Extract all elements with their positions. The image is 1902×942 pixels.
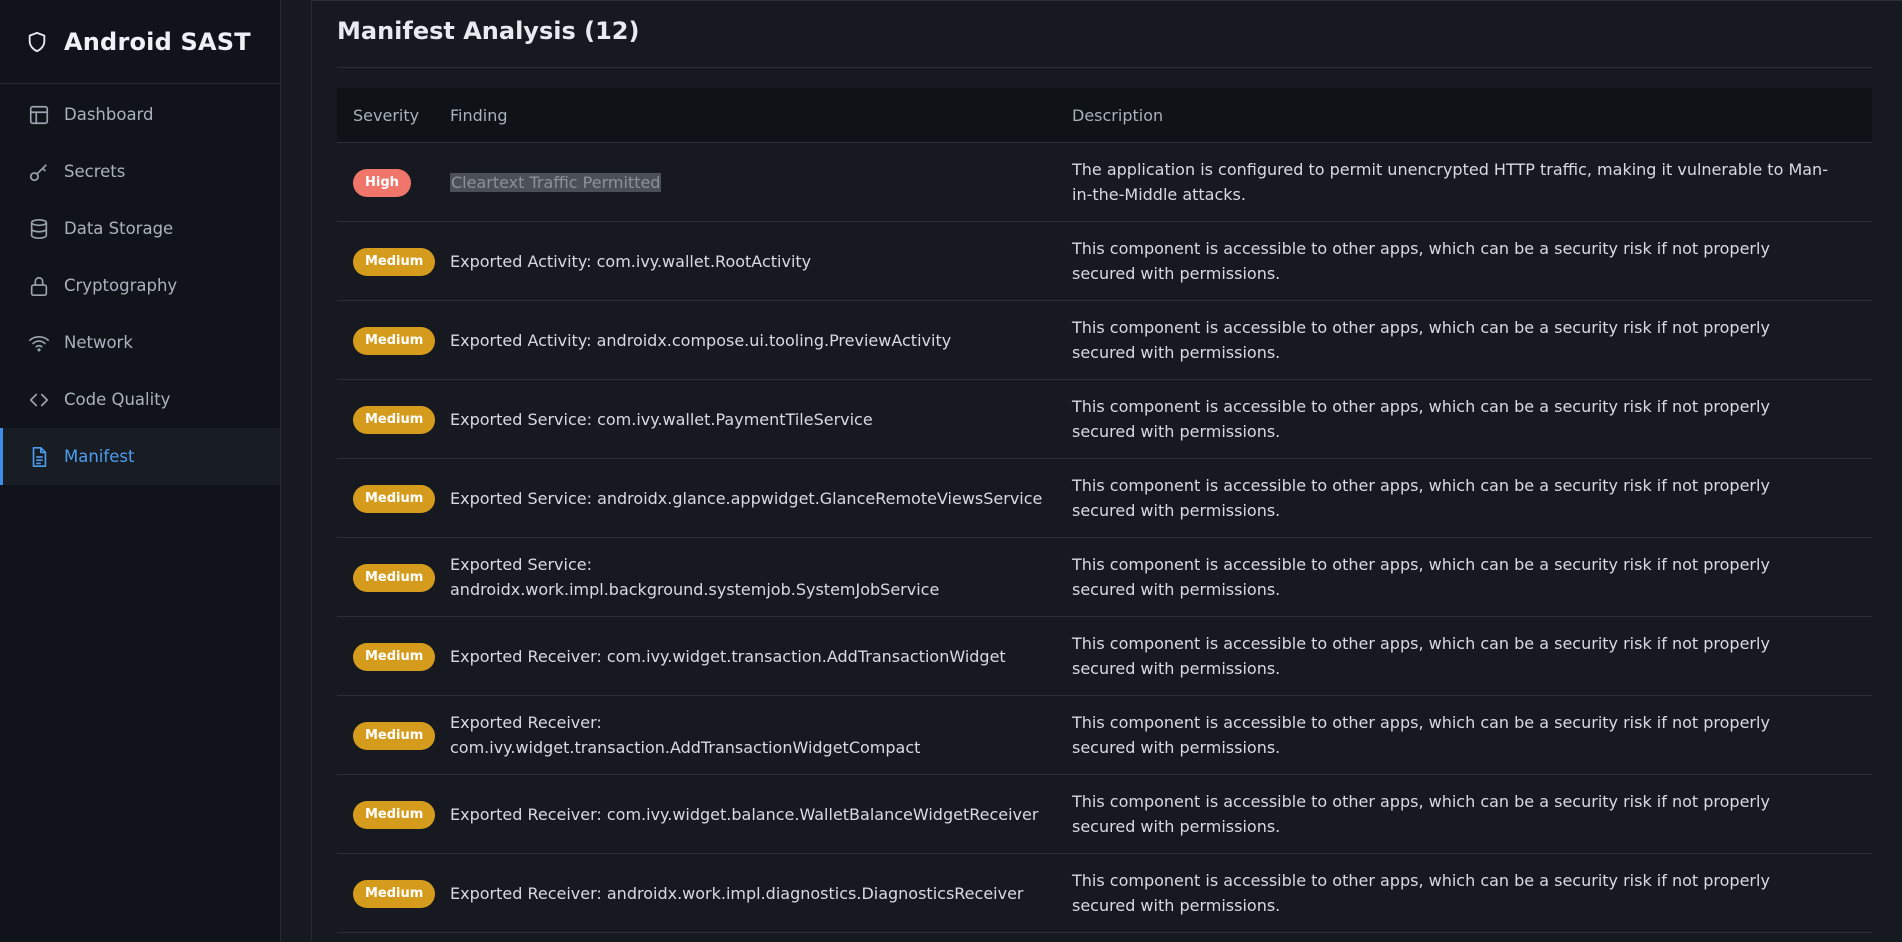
lock-icon	[30, 276, 48, 296]
main-content: Manifest Analysis (12) Severity Finding …	[312, 0, 1902, 942]
wifi-icon	[29, 335, 49, 351]
description-text: This component is accessible to other ap…	[1072, 792, 1770, 836]
severity-badge: Medium	[353, 326, 436, 355]
finding-text: Exported Receiver: com.ivy.widget.transa…	[450, 646, 1006, 666]
finding-text: Cleartext Traffic Permitted	[450, 172, 662, 192]
sidebar-item-label: Manifest	[64, 447, 135, 466]
finding-text: Exported Service: androidx.work.impl.bac…	[450, 555, 940, 599]
sidebar-item-cryptography[interactable]: Cryptography	[0, 257, 280, 314]
app-title: Android SAST	[64, 27, 251, 56]
table-row[interactable]: Medium Exported Activity: com.ivy.wallet…	[337, 222, 1872, 301]
table-row[interactable]: Medium Exported Service: androidx.glance…	[337, 459, 1872, 538]
key-icon	[29, 163, 47, 181]
sidebar-item-label: Cryptography	[64, 276, 178, 295]
section-title: Manifest Analysis (12)	[337, 17, 640, 45]
table-header: Severity Finding Description	[337, 88, 1872, 143]
sidebar-item-label: Code Quality	[64, 390, 171, 409]
divider	[337, 67, 1872, 68]
table-row[interactable]: Medium Exported Receiver: com.ivy.widget…	[337, 696, 1872, 775]
column-header-description[interactable]: Description	[1072, 106, 1872, 125]
sidebar-item-dashboard[interactable]: Dashboard	[0, 86, 280, 143]
code-icon	[29, 393, 49, 406]
shield-icon	[28, 31, 46, 52]
severity-badge: Medium	[353, 879, 436, 908]
sidebar-item-label: Network	[64, 333, 133, 352]
column-header-severity[interactable]: Severity	[337, 106, 450, 125]
description-text: This component is accessible to other ap…	[1072, 239, 1770, 283]
severity-badge: Medium	[353, 484, 436, 513]
severity-badge: Medium	[353, 405, 436, 434]
description-text: This component is accessible to other ap…	[1072, 555, 1770, 599]
description-text: The application is configured to permit …	[1072, 160, 1828, 204]
sidebar-item-label: Data Storage	[64, 219, 174, 238]
sidebar-item-label: Secrets	[64, 162, 126, 181]
severity-badge: Medium	[353, 721, 436, 750]
description-text: This component is accessible to other ap…	[1072, 871, 1770, 915]
severity-badge: Medium	[353, 563, 436, 592]
table-row[interactable]: Medium Exported Service: androidx.work.i…	[337, 538, 1872, 617]
severity-badge: High	[353, 168, 411, 197]
sidebar: Android SAST Dashboard Secrets Data Stor…	[0, 0, 281, 941]
description-text: This component is accessible to other ap…	[1072, 634, 1770, 678]
file-icon	[32, 446, 47, 467]
severity-badge: Medium	[353, 642, 436, 671]
finding-text: Exported Service: androidx.glance.appwid…	[450, 488, 1043, 508]
table-row[interactable]: Medium Exported Receiver: com.ivy.widget…	[337, 617, 1872, 696]
sidebar-item-manifest[interactable]: Manifest	[0, 428, 280, 485]
sidebar-item-network[interactable]: Network	[0, 314, 280, 371]
table-row[interactable]: Medium Exported Service: com.ivy.wallet.…	[337, 380, 1872, 459]
manifest-table: Severity Finding Description High Cleart…	[337, 88, 1872, 933]
description-text: This component is accessible to other ap…	[1072, 476, 1770, 520]
description-text: This component is accessible to other ap…	[1072, 397, 1770, 441]
table-row[interactable]: Medium Exported Receiver: androidx.work.…	[337, 854, 1872, 933]
dashboard-icon	[29, 105, 49, 124]
finding-text: Exported Activity: com.ivy.wallet.RootAc…	[450, 251, 812, 271]
description-text: This component is accessible to other ap…	[1072, 713, 1770, 757]
finding-text: Exported Receiver: com.ivy.widget.transa…	[450, 713, 921, 757]
table-row[interactable]: Medium Exported Receiver: com.ivy.widget…	[337, 775, 1872, 854]
database-icon	[30, 218, 48, 239]
sidebar-item-code-quality[interactable]: Code Quality	[0, 371, 280, 428]
finding-text: Exported Service: com.ivy.wallet.Payment…	[450, 409, 873, 429]
sidebar-item-secrets[interactable]: Secrets	[0, 143, 280, 200]
description-text: This component is accessible to other ap…	[1072, 318, 1770, 362]
sidebar-item-data-storage[interactable]: Data Storage	[0, 200, 280, 257]
severity-badge: Medium	[353, 247, 436, 276]
content-gutter	[281, 0, 312, 941]
finding-text: Exported Receiver: com.ivy.widget.balanc…	[450, 804, 1039, 824]
severity-badge: Medium	[353, 800, 436, 829]
table-row[interactable]: Medium Exported Activity: androidx.compo…	[337, 301, 1872, 380]
brand: Android SAST	[0, 0, 280, 84]
column-header-finding[interactable]: Finding	[450, 106, 1072, 125]
table-row[interactable]: High Cleartext Traffic Permitted The app…	[337, 143, 1872, 222]
finding-text: Exported Receiver: androidx.work.impl.di…	[450, 883, 1024, 903]
finding-text: Exported Activity: androidx.compose.ui.t…	[450, 330, 952, 350]
sidebar-item-label: Dashboard	[64, 105, 154, 124]
